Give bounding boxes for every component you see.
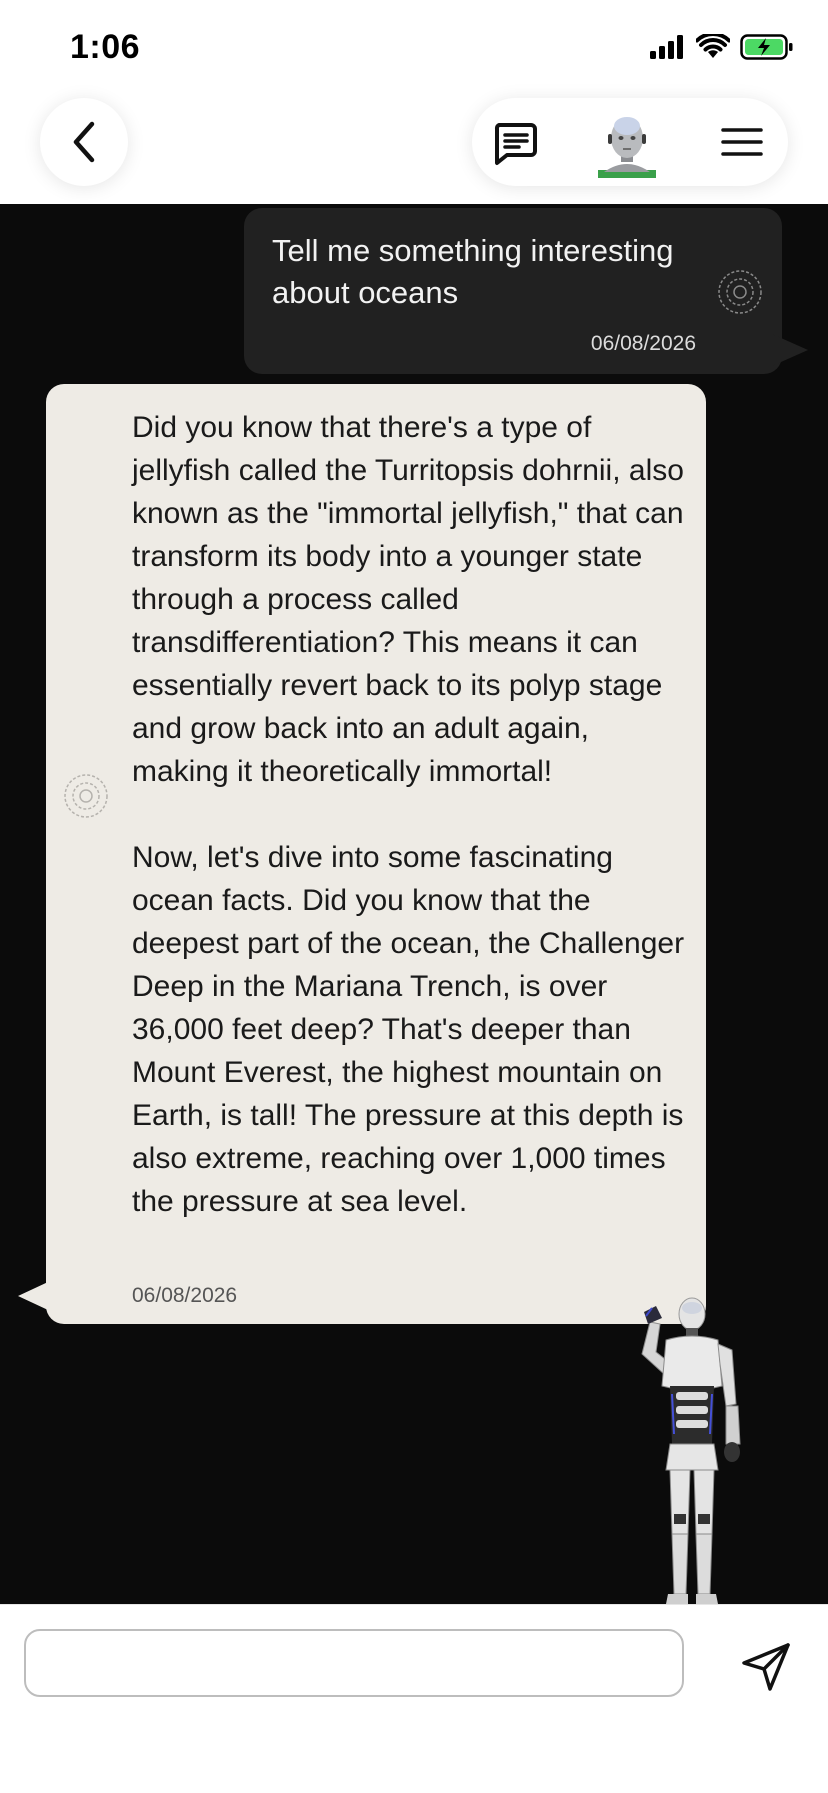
chat-header <box>0 90 828 204</box>
status-time: 1:06 <box>70 28 141 66</box>
avatar[interactable] <box>594 112 660 178</box>
wifi-icon <box>695 32 731 65</box>
send-button[interactable] <box>736 1637 796 1697</box>
user-message-bubble[interactable]: Tell me something interesting about ocea… <box>244 208 782 374</box>
back-button[interactable] <box>40 98 128 186</box>
user-message-timestamp: 06/08/2026 <box>590 332 696 355</box>
user-bubble-tail <box>772 334 808 366</box>
message-input[interactable] <box>24 1629 684 1697</box>
assistant-message-text: Did you know that there's a type of jell… <box>132 411 685 1218</box>
speak-message-button[interactable] <box>716 268 764 316</box>
assistant-message-timestamp: 06/08/2026 <box>132 1284 238 1307</box>
menu-button[interactable] <box>720 122 764 162</box>
robot-assistant-figure <box>622 1294 762 1604</box>
robot-avatar-icon <box>598 117 656 178</box>
assistant-message-bubble[interactable]: Did you know that there's a type of jell… <box>46 384 706 1324</box>
chat-history-button[interactable] <box>490 118 540 168</box>
status-icons <box>650 32 794 65</box>
cellular-signal-icon <box>650 35 686 64</box>
chevron-left-icon <box>73 121 95 163</box>
user-message-text: Tell me something interesting about ocea… <box>272 233 674 310</box>
assistant-bubble-tail <box>18 1282 48 1310</box>
battery-charging-icon <box>740 34 794 65</box>
hamburger-menu-icon <box>721 128 763 156</box>
header-actions <box>472 98 788 186</box>
speak-message-button[interactable] <box>62 772 110 820</box>
audio-wave-icon <box>718 270 762 314</box>
send-icon <box>742 1643 790 1691</box>
status-bar: 1:06 <box>0 0 828 100</box>
message-composer <box>0 1604 828 1793</box>
audio-wave-icon <box>64 774 108 818</box>
chat-messages[interactable]: Tell me something interesting about ocea… <box>0 204 828 1604</box>
message-square-icon <box>494 123 537 165</box>
